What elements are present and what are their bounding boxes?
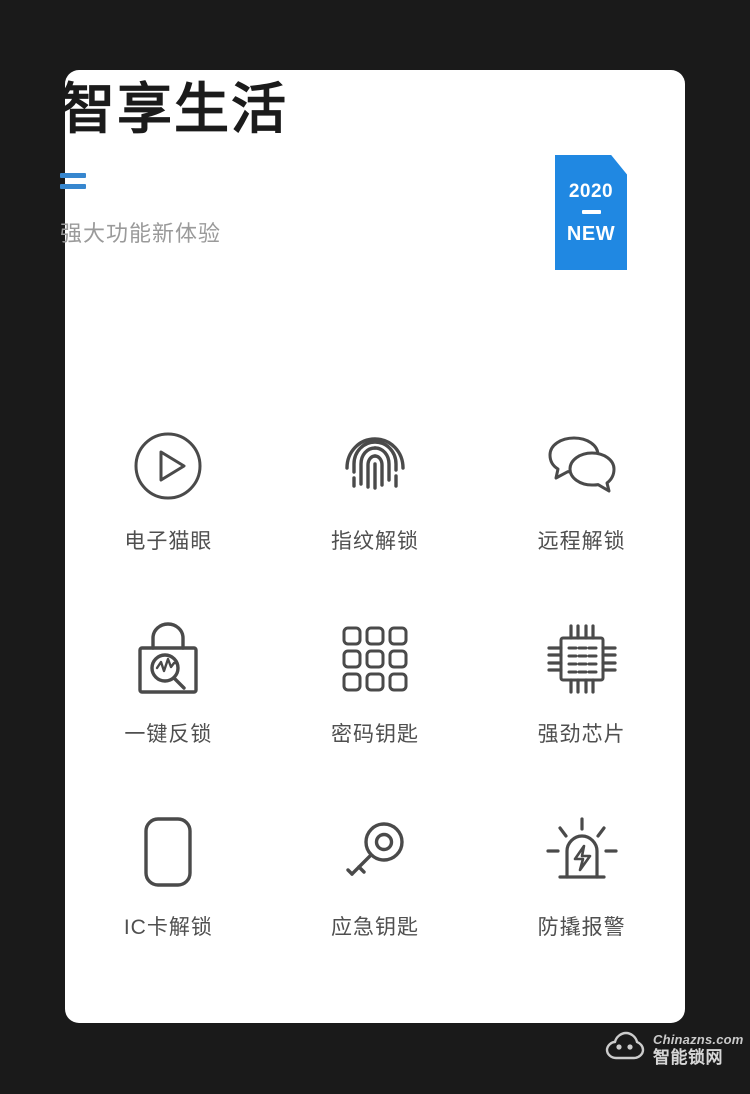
feature-label: IC卡解锁 [123, 916, 213, 939]
card-icon [143, 806, 193, 898]
watermark-domain: Chinazns.com [653, 1032, 744, 1047]
play-circle-icon [130, 420, 206, 512]
feature-label: 强劲芯片 [537, 723, 626, 746]
cpu-chip-icon [541, 613, 623, 705]
page-title: 智享生活 [60, 78, 289, 140]
feature-label: 密码钥匙 [330, 723, 419, 746]
chat-bubbles-icon [540, 420, 624, 512]
feature-label: 防撬报警 [537, 916, 626, 939]
badge-year: 2020 [568, 180, 614, 202]
fingerprint-icon [338, 420, 412, 512]
feature-item[interactable]: 密码钥匙 [272, 613, 479, 806]
padlock-search-icon [128, 613, 208, 705]
feature-item[interactable]: IC卡解锁 [65, 806, 272, 999]
feature-item[interactable]: 防撬报警 [478, 806, 685, 999]
feature-grid: 电子猫眼 指纹解锁 远程解锁 一键反锁 密码钥匙 强劲芯片 IC卡解锁 应急钥匙… [65, 420, 685, 999]
accent-rule [60, 173, 86, 189]
alarm-siren-icon [542, 806, 622, 898]
accent-bar-bottom [60, 184, 86, 189]
watermark: Chinazns.com 智能锁网 [604, 1030, 744, 1069]
cloud-lock-logo [604, 1030, 646, 1069]
watermark-name: 智能锁网 [653, 1048, 723, 1067]
accent-bar-top [60, 173, 86, 178]
header: 智享生活 强大功能新体验 [60, 82, 560, 248]
feature-item[interactable]: 电子猫眼 [65, 420, 272, 613]
feature-item[interactable]: 远程解锁 [478, 420, 685, 613]
feature-item[interactable]: 强劲芯片 [478, 613, 685, 806]
new-badge: 2020 NEW [555, 155, 627, 270]
feature-item[interactable]: 一键反锁 [65, 613, 272, 806]
page-subtitle: 强大功能新体验 [60, 221, 222, 246]
badge-divider [581, 209, 601, 214]
badge-label: NEW [566, 222, 616, 245]
keypad-grid-icon [342, 613, 408, 705]
key-icon [340, 806, 410, 898]
feature-label: 应急钥匙 [330, 916, 419, 939]
feature-item[interactable]: 应急钥匙 [272, 806, 479, 999]
feature-label: 指纹解锁 [330, 530, 419, 553]
watermark-text: Chinazns.com 智能锁网 [653, 1033, 744, 1066]
feature-item[interactable]: 指纹解锁 [272, 420, 479, 613]
feature-label: 一键反锁 [124, 723, 213, 746]
feature-label: 远程解锁 [537, 530, 626, 553]
page-root: 智享生活 强大功能新体验 2020 NEW 电子猫眼 指纹解锁 远程解锁 一键反… [0, 0, 750, 1094]
feature-label: 电子猫眼 [124, 530, 213, 553]
